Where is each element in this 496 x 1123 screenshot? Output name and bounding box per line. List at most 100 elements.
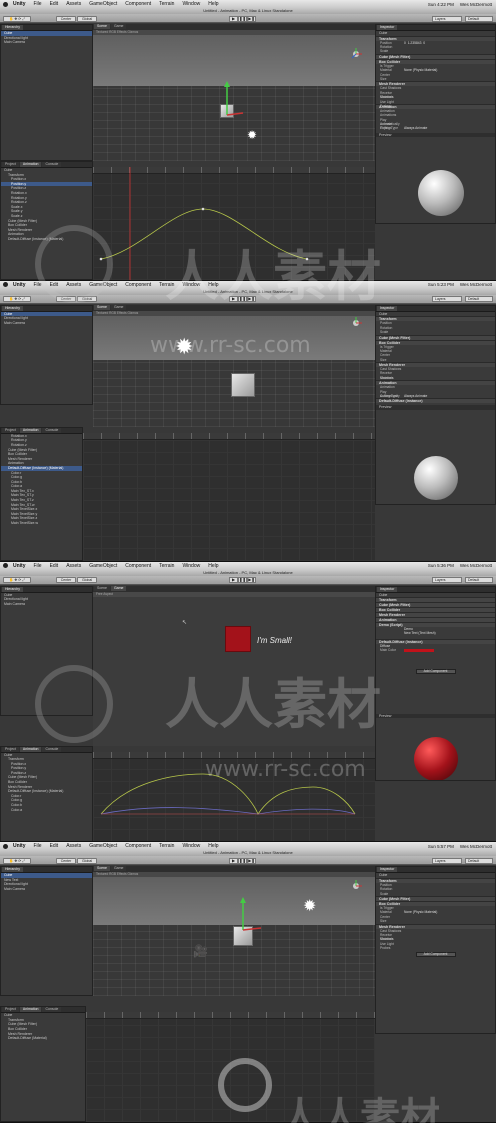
menu-help[interactable]: Help — [208, 1, 218, 7]
tab-console[interactable]: Console — [42, 746, 62, 752]
hierarchy-item[interactable]: Main Camera — [1, 602, 92, 607]
menu-unity[interactable]: Unity — [13, 563, 26, 569]
move-gizmo[interactable] — [235, 896, 265, 936]
tab-scene[interactable]: Scene — [94, 24, 110, 29]
pivot-center-button[interactable]: Center — [56, 577, 76, 583]
menu-gameobject[interactable]: GameObject — [89, 843, 117, 849]
red-cube-object[interactable] — [225, 625, 251, 652]
timeline-ruler[interactable] — [83, 432, 375, 440]
orientation-gizmo-icon[interactable] — [350, 316, 362, 329]
pivot-center-button[interactable]: Center — [56, 857, 76, 864]
menu-gameobject[interactable]: GameObject — [89, 563, 117, 569]
hierarchy-item[interactable]: Main Camera — [1, 887, 92, 892]
culling-value[interactable]: Always Animate — [404, 394, 427, 398]
layers-dropdown[interactable]: Layers — [432, 296, 462, 303]
menu-assets[interactable]: Assets — [66, 843, 81, 849]
tab-console[interactable]: Console — [42, 1007, 62, 1013]
scene-toolbar[interactable]: Textured RGB Effects Gizmos — [93, 310, 375, 316]
tab-animation[interactable]: Animation — [19, 427, 42, 433]
scene-toolbar[interactable]: Textured RGB Effects Gizmos — [93, 30, 375, 35]
menu-window[interactable]: Window — [182, 1, 200, 7]
orientation-gizmo-icon[interactable] — [350, 48, 362, 60]
timeline-ruler[interactable] — [86, 1012, 375, 1020]
step-button[interactable]: ▶❚ — [247, 857, 256, 864]
user-name[interactable]: Wes McDermott — [460, 844, 492, 849]
scene-toolbar[interactable]: Textured RGB Effects Gizmos — [93, 872, 375, 878]
layout-dropdown[interactable]: Default — [465, 577, 493, 583]
play-button[interactable]: ▶ — [229, 857, 238, 864]
hierarchy-item[interactable]: Main Camera — [1, 40, 92, 45]
material-value[interactable]: None (Physic Material) — [404, 910, 437, 914]
menu-window[interactable]: Window — [182, 563, 200, 569]
camera-icon[interactable]: 🎥 — [193, 944, 208, 958]
tab-game[interactable]: Game — [110, 24, 127, 29]
component-header[interactable]: Default-Diffuse (Instance) — [376, 398, 495, 404]
apple-icon[interactable] — [3, 282, 8, 288]
tab-inspector[interactable]: Inspector — [377, 25, 398, 30]
pivot-center-button[interactable]: Center — [56, 15, 76, 22]
scene-view[interactable]: Scene Game Textured RGB Effects Gizmos ✹… — [93, 866, 375, 997]
text-mesh-value[interactable]: New Text (Text Mesh) — [404, 631, 436, 635]
layers-dropdown[interactable]: Layers — [432, 857, 462, 864]
global-local-button[interactable]: Global — [77, 857, 97, 864]
menu-edit[interactable]: Edit — [50, 1, 59, 7]
user-name[interactable]: Wes McDermott — [460, 282, 492, 287]
anim-property[interactable]: Color.a — [1, 808, 92, 813]
menu-assets[interactable]: Assets — [66, 1, 81, 7]
menu-help[interactable]: Help — [208, 563, 218, 569]
menu-terrain[interactable]: Terrain — [159, 1, 174, 7]
play-button[interactable]: ▶ — [229, 15, 238, 22]
tab-hierarchy[interactable]: Hierarchy — [2, 867, 23, 873]
tab-hierarchy[interactable]: Hierarchy — [2, 25, 23, 30]
user-name[interactable]: Wes McDermott — [460, 2, 492, 7]
scene-view[interactable]: Scene Game Textured RGB Effects Gizmos ✹ — [93, 304, 375, 427]
tab-scene[interactable]: Scene — [94, 585, 110, 591]
apple-icon[interactable] — [3, 843, 8, 849]
cube-object[interactable] — [231, 372, 255, 397]
menu-component[interactable]: Component — [125, 1, 151, 7]
tab-game[interactable]: Game — [110, 866, 127, 872]
add-component-button[interactable]: Add Component — [415, 668, 456, 674]
menu-unity[interactable]: Unity — [13, 282, 26, 288]
global-local-button[interactable]: Global — [77, 577, 97, 583]
menu-file[interactable]: File — [34, 843, 42, 849]
transform-tools[interactable]: ✋ ✥ ⟳ ⤢ — [3, 857, 31, 864]
tab-hierarchy[interactable]: Hierarchy — [2, 586, 23, 592]
transform-tools[interactable]: ✋ ✥ ⟳ ⤢ — [3, 296, 31, 303]
tab-game[interactable]: Game — [110, 585, 127, 591]
tab-game[interactable]: Game — [110, 304, 127, 310]
tab-hierarchy[interactable]: Hierarchy — [2, 305, 23, 311]
game-toolbar[interactable]: Free Aspect — [93, 591, 375, 597]
apple-icon[interactable] — [3, 1, 8, 7]
preview-header[interactable]: Preview — [376, 713, 495, 719]
tab-animation[interactable]: Animation — [19, 1007, 42, 1013]
hierarchy-item[interactable]: Main Camera — [1, 321, 92, 326]
tab-animation[interactable]: Animation — [19, 162, 42, 167]
tab-inspector[interactable]: Inspector — [377, 867, 398, 873]
tab-project[interactable]: Project — [2, 746, 19, 752]
menu-terrain[interactable]: Terrain — [159, 843, 174, 849]
tab-scene[interactable]: Scene — [94, 866, 110, 872]
tab-console[interactable]: Console — [42, 162, 62, 167]
menu-edit[interactable]: Edit — [50, 843, 59, 849]
menu-terrain[interactable]: Terrain — [159, 563, 174, 569]
transform-tools[interactable]: ✋ ✥ ⟳ ⤢ — [3, 15, 31, 22]
layout-dropdown[interactable]: Default — [465, 296, 493, 303]
tab-project[interactable]: Project — [2, 1007, 19, 1013]
tab-console[interactable]: Console — [42, 427, 62, 433]
preview-header[interactable]: Preview — [376, 132, 495, 138]
layers-dropdown[interactable]: Layers — [432, 15, 462, 22]
global-local-button[interactable]: Global — [77, 15, 97, 22]
tab-animation[interactable]: Animation — [19, 746, 42, 752]
orientation-gizmo-icon[interactable] — [350, 880, 362, 892]
anim-property[interactable]: Main TexelSize.w — [1, 521, 82, 526]
animation-timeline[interactable] — [83, 432, 375, 561]
position-x[interactable]: 0 — [404, 41, 406, 45]
preview-header[interactable]: Preview — [376, 405, 495, 411]
culling-value[interactable]: Always Animate — [404, 126, 427, 130]
anim-property[interactable]: Default-Diffuse (Material) — [1, 1036, 85, 1041]
add-component-button[interactable]: Add Component — [415, 952, 456, 958]
layout-dropdown[interactable]: Default — [465, 857, 493, 864]
tab-scene[interactable]: Scene — [94, 304, 110, 310]
tab-inspector[interactable]: Inspector — [377, 586, 398, 592]
